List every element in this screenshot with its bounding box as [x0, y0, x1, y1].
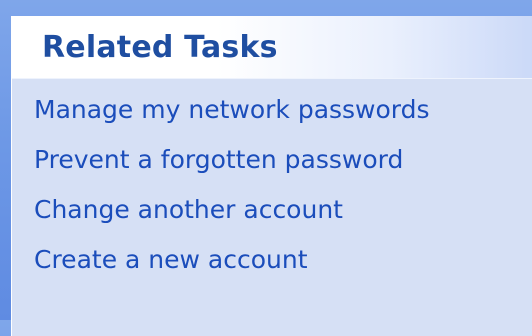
- prevent-forgotten-password-link[interactable]: Prevent a forgotten password: [34, 147, 532, 172]
- related-tasks-panel: Related Tasks Manage my network password…: [11, 16, 532, 336]
- related-tasks-list: Manage my network passwords Prevent a fo…: [12, 79, 532, 272]
- related-tasks-header: Related Tasks: [12, 16, 532, 79]
- change-another-account-link[interactable]: Change another account: [34, 197, 532, 222]
- manage-network-passwords-link[interactable]: Manage my network passwords: [34, 97, 532, 122]
- create-new-account-link[interactable]: Create a new account: [34, 247, 532, 272]
- related-tasks-title: Related Tasks: [42, 29, 278, 65]
